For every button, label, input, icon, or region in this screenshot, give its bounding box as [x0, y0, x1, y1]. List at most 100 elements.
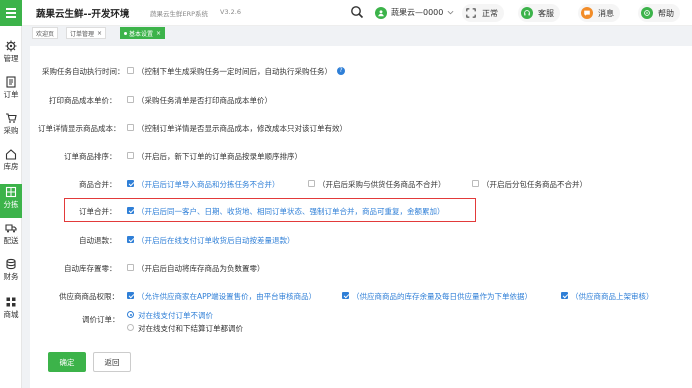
purchase-auto-label: 采购任务自动执行时间： [42, 67, 125, 76]
merge-goods-checkbox-2[interactable] [308, 180, 315, 187]
sidebar-item-label: 配送 [3, 236, 19, 245]
sidebar-item-label: 管理 [3, 54, 19, 63]
sidebar-item-delivery[interactable]: 配送 [0, 222, 22, 256]
sidebar-item-sorting[interactable]: 分拣 [0, 184, 22, 218]
purchase-auto-checkbox[interactable] [127, 67, 134, 74]
expand-icon [465, 7, 477, 19]
house-icon [5, 149, 17, 160]
top-header: 蔬果云生鲜--开发环境 蔬果云生鲜ERP系统 V3.2.6 蔬果云—0000 正… [22, 0, 692, 26]
help-icon [641, 7, 653, 19]
sidebar-item-purchase[interactable]: 采购 [0, 112, 22, 146]
app-title: 蔬果云生鲜--开发环境 [36, 9, 130, 20]
detail-cost-checkbox[interactable] [127, 124, 134, 131]
chevron-down-icon [447, 10, 454, 15]
merge-goods-option-2: （开启后采购与供货任务商品不合并） [318, 180, 446, 189]
close-icon[interactable]: × [97, 30, 102, 37]
grid-icon [6, 297, 16, 307]
detail-cost-note: （控制订单详情是否显示商品成本，修改成本只对该订单有效） [137, 124, 347, 133]
sidebar-item-order[interactable]: 订单 [0, 76, 22, 110]
tab-label: 基本设置 [129, 30, 154, 38]
question-icon[interactable]: ? [337, 67, 345, 75]
supply-perm-option-2: （供应商商品的库存余量及每日供应量作为下单依据） [352, 292, 532, 301]
adjust-label: 调价订单： [82, 315, 120, 324]
help-button[interactable]: 帮助 [638, 4, 680, 22]
detail-cost-label: 订单详情显示商品成本： [38, 124, 121, 133]
print-cost-label: 打印商品成本单价： [49, 96, 117, 105]
menu-toggle-icon[interactable] [0, 0, 22, 26]
user-name: 蔬果云—0000 [391, 8, 444, 17]
sidebar-item-label: 库房 [3, 162, 19, 171]
auto-return-note: （开启后在线支付订单收货后自动按差量退款） [137, 236, 295, 245]
sidebar-item-label: 商城 [3, 310, 19, 319]
merge-goods-option-1: （开启后订单导入商品和分拣任务不合并） [137, 180, 280, 189]
headset-icon [521, 7, 533, 19]
sidebar-item-label: 财务 [3, 272, 19, 281]
supply-perm-checkbox-1[interactable] [127, 292, 134, 299]
coins-icon [6, 258, 16, 270]
confirm-button[interactable]: 确定 [48, 352, 86, 372]
service-label: 客服 [538, 8, 554, 18]
adjust-option-1: 对在线支付订单不调价 [138, 311, 213, 320]
merge-goods-checkbox-3[interactable] [472, 180, 479, 187]
supply-perm-checkbox-2[interactable] [342, 292, 349, 299]
adjust-option-2: 对在线支付和下结算订单都调价 [138, 324, 243, 333]
app-version: V3.2.6 [220, 8, 241, 16]
cart-icon [6, 113, 17, 123]
sidebar-item-warehouse[interactable]: 库房 [0, 148, 22, 182]
print-cost-checkbox[interactable] [127, 96, 134, 103]
sidebar-item-manage[interactable]: 管理 [0, 40, 22, 74]
merge-goods-label: 商品合并： [79, 180, 117, 189]
supply-perm-option-3: （供应商商品上架审核） [571, 292, 654, 301]
user-avatar-icon [375, 6, 387, 19]
supply-perm-option-1: （允许供应商家在APP端设置售价，由平台审核商品） [137, 292, 317, 301]
truck-icon [5, 224, 17, 233]
merge-orders-checkbox[interactable] [127, 207, 134, 214]
close-icon[interactable]: × [156, 30, 161, 37]
zero-stock-label: 自动库存置零： [64, 264, 117, 273]
sort-checkbox[interactable] [127, 152, 134, 159]
merge-orders-note: （开启后同一客户、日期、收货地、相同订单状态、强制订单合并，商品可重复，金额累加… [137, 207, 445, 216]
user-menu[interactable]: 蔬果云—0000 [375, 4, 454, 21]
merge-orders-label: 订单合并： [79, 207, 117, 216]
supply-perm-checkbox-3[interactable] [561, 292, 568, 299]
merge-goods-checkbox-1[interactable] [127, 180, 134, 187]
purchase-auto-note: （控制下单生成采购任务一定时间后，自动执行采购任务） [137, 67, 332, 76]
app-subtitle: 蔬果云生鲜ERP系统 [150, 10, 209, 18]
sidebar: 管理 订单 采购 库房 分拣 配送 财务 商城 [0, 0, 22, 388]
auto-return-label: 自动退款： [79, 236, 117, 245]
mode-button[interactable]: 正常 [462, 4, 504, 22]
help-label: 帮助 [658, 8, 674, 18]
tab-label: 订单管理 [70, 30, 95, 38]
sidebar-item-mall[interactable]: 商城 [0, 296, 22, 330]
adjust-radio-1[interactable] [127, 311, 134, 318]
sort-note: （开启后，新下订单的订单商品按录单顺序排序） [137, 152, 302, 161]
mode-label: 正常 [482, 8, 498, 18]
message-label: 消息 [598, 8, 614, 18]
auto-return-checkbox[interactable] [127, 236, 134, 243]
message-icon [581, 7, 593, 19]
tab-order-management[interactable]: 订单管理 × [66, 27, 107, 39]
search-icon[interactable] [350, 5, 364, 19]
sidebar-item-finance[interactable]: 财务 [0, 258, 22, 292]
sort-icon [5, 186, 17, 198]
message-button[interactable]: 消息 [578, 4, 620, 22]
tab-welcome[interactable]: 欢迎页 [32, 27, 59, 39]
tab-bar: 欢迎页 订单管理 × 基本设置 × [22, 26, 692, 40]
active-dot-icon [124, 31, 127, 35]
merge-goods-option-3: （开启后分包任务商品不合并） [482, 180, 587, 189]
adjust-radio-2[interactable] [127, 324, 134, 331]
supply-perm-label: 供应商商品权限： [59, 292, 119, 301]
back-button[interactable]: 返回 [93, 352, 131, 372]
sidebar-item-label: 采购 [3, 126, 19, 135]
sort-label: 订单商品排序： [64, 152, 117, 161]
tab-label: 欢迎页 [36, 30, 55, 38]
zero-stock-note: （开启后自动将库存商品为负数置零） [137, 264, 265, 273]
zero-stock-checkbox[interactable] [127, 264, 134, 271]
gear-icon [5, 40, 17, 52]
print-cost-note: （采购任务清单是否打印商品成本单价） [137, 96, 272, 105]
sidebar-item-label: 分拣 [3, 200, 19, 209]
tab-basic-settings[interactable]: 基本设置 × [120, 27, 166, 39]
sidebar-item-label: 订单 [3, 90, 19, 99]
document-icon [6, 76, 16, 88]
service-button[interactable]: 客服 [518, 4, 560, 22]
